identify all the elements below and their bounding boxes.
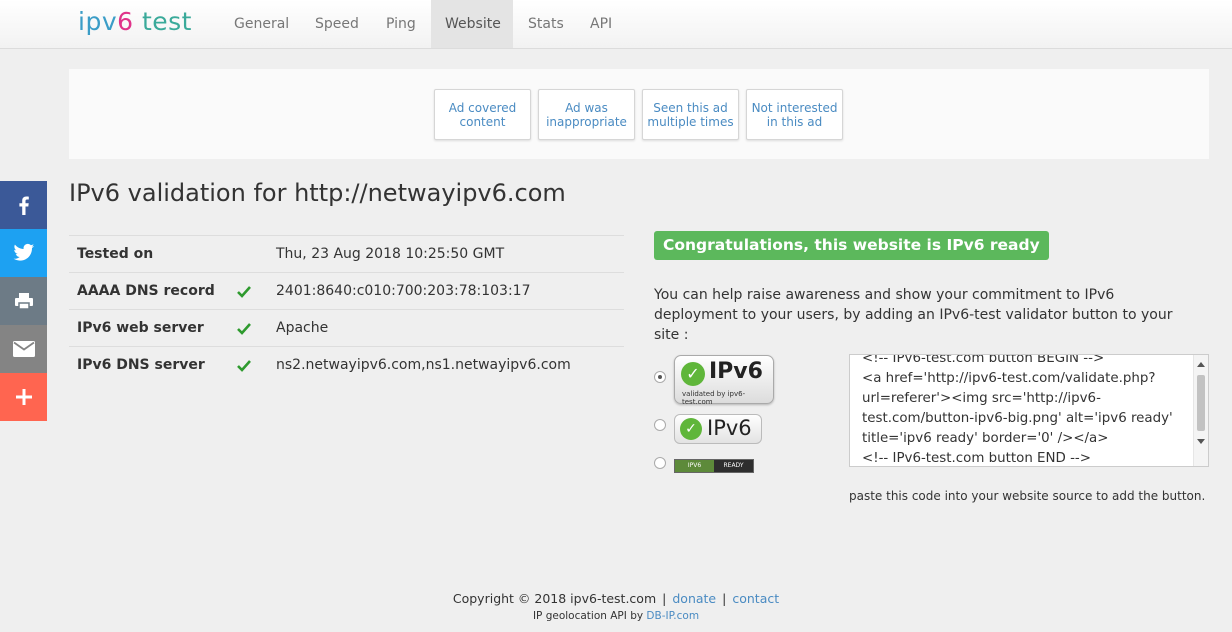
badge-mid-text: IPv6: [707, 416, 752, 440]
donate-link[interactable]: donate: [672, 591, 716, 606]
copyright-text: Copyright © 2018 ipv6-test.com: [452, 591, 657, 606]
facebook-share-button[interactable]: [0, 181, 47, 229]
scroll-down-arrow-icon[interactable]: [1197, 439, 1205, 444]
button-label-line1: Ad covered: [448, 100, 517, 115]
footer-links: Copyright © 2018 ipv6-test.com | donate | co…: [452, 591, 780, 606]
logo-text-ipv: ipv: [78, 7, 118, 36]
button-label-line2: multiple times: [647, 114, 734, 129]
badge-big-option[interactable]: ✓ IPv6 validated by ipv6-test.com: [674, 355, 774, 406]
badge-small-left-text: IPV6: [675, 460, 714, 472]
ad-not-interested-button[interactable]: Not interested in this ad: [746, 89, 843, 140]
row-value: Thu, 23 Aug 2018 10:25:50 GMT: [276, 246, 505, 262]
ad-feedback-panel: Ad covered content Ad was inappropriate Se…: [69, 69, 1209, 159]
badge-small-right-text: READY: [714, 460, 753, 472]
button-label-line1: Seen this ad: [653, 100, 728, 115]
contact-link[interactable]: contact: [732, 591, 779, 606]
table-row: IPv6 DNS server ns2.netwayipv6.com,ns1.n…: [69, 346, 624, 383]
badge-small-radio[interactable]: [654, 457, 666, 469]
button-label-line1: Not interested: [751, 100, 838, 115]
button-label-line2: inappropriate: [546, 114, 627, 129]
share-sidebar: [0, 181, 47, 421]
table-row: IPv6 web server Apache: [69, 309, 624, 346]
checkmark-icon: [236, 347, 252, 397]
scroll-up-arrow-icon[interactable]: [1197, 362, 1205, 367]
row-label: Tested on: [77, 246, 154, 262]
validation-results-table: Tested on Thu, 23 Aug 2018 10:25:50 GMT …: [69, 235, 624, 383]
awareness-text: You can help raise awareness and show yo…: [654, 287, 1173, 343]
email-share-button[interactable]: [0, 325, 47, 373]
geo-credit-text: IP geolocation API by: [532, 610, 647, 622]
more-share-button[interactable]: [0, 373, 47, 421]
row-label: AAAA DNS record: [77, 283, 215, 299]
textarea-scrollbar[interactable]: [1193, 355, 1208, 466]
paste-instructions: paste this code into your website source…: [849, 489, 1206, 503]
badge-big-subtext: validated by ipv6-test.com: [682, 390, 746, 406]
row-value: ns2.netwayipv6.com,ns1.netwayipv6.com: [276, 357, 571, 373]
logo-text-test: test: [133, 7, 192, 36]
nav-general[interactable]: General: [220, 0, 303, 48]
embed-code-text[interactable]: <!-- IPv6-test.com button BEGIN --> <a h…: [862, 355, 1182, 466]
nav-website[interactable]: Website: [431, 0, 513, 48]
row-label: IPv6 web server: [77, 320, 204, 336]
checkmark-icon: ✓: [681, 362, 705, 386]
plus-icon: [15, 389, 32, 405]
row-value: Apache: [276, 320, 329, 336]
ad-inappropriate-button[interactable]: Ad was inappropriate: [538, 89, 635, 140]
button-label-line2: in this ad: [766, 114, 823, 129]
badge-big-text: IPv6: [709, 359, 763, 384]
button-label-line2: content: [459, 114, 506, 129]
nav-stats[interactable]: Stats: [514, 0, 578, 48]
success-banner: Congratulations, this website is IPv6 re…: [654, 231, 1049, 260]
table-row: Tested on Thu, 23 Aug 2018 10:25:50 GMT: [69, 235, 624, 272]
logo-text-6: 6: [117, 7, 134, 36]
badge-mid-option[interactable]: ✓ IPv6: [674, 414, 762, 444]
print-icon: [14, 293, 33, 310]
dbip-link[interactable]: DB-IP.com: [646, 610, 699, 622]
ad-covered-content-button[interactable]: Ad covered content: [434, 89, 531, 140]
page-title: IPv6 validation for http://netwayipv6.co…: [69, 179, 566, 207]
twitter-icon: [12, 243, 34, 261]
embed-code-textarea[interactable]: <!-- IPv6-test.com button BEGIN --> <a h…: [849, 354, 1209, 467]
checkmark-icon: ✓: [680, 418, 702, 440]
nav-ping[interactable]: Ping: [372, 0, 430, 48]
facebook-icon: [18, 196, 29, 215]
nav-api[interactable]: API: [576, 0, 626, 48]
badge-big-radio[interactable]: [654, 371, 666, 383]
button-label-line1: Ad was: [565, 100, 608, 115]
table-row: AAAA DNS record 2401:8640:c010:700:203:7…: [69, 272, 624, 309]
nav-speed[interactable]: Speed: [301, 0, 373, 48]
mail-icon: [12, 341, 35, 357]
twitter-share-button[interactable]: [0, 229, 47, 277]
navbar: ipv6 test General Speed Ping Website Sta…: [0, 0, 1232, 49]
site-logo[interactable]: ipv6 test: [78, 6, 192, 38]
ad-seen-multiple-button[interactable]: Seen this ad multiple times: [642, 89, 739, 140]
row-label: IPv6 DNS server: [77, 357, 205, 373]
badge-mid-radio[interactable]: [654, 419, 666, 431]
footer-geo: IP geolocation API by DB-IP.com: [0, 610, 1232, 622]
scrollbar-thumb[interactable]: [1197, 375, 1205, 431]
badge-small-option[interactable]: IPV6 READY: [674, 459, 754, 473]
row-value: 2401:8640:c010:700:203:78:103:17: [276, 283, 531, 299]
print-share-button[interactable]: [0, 277, 47, 325]
